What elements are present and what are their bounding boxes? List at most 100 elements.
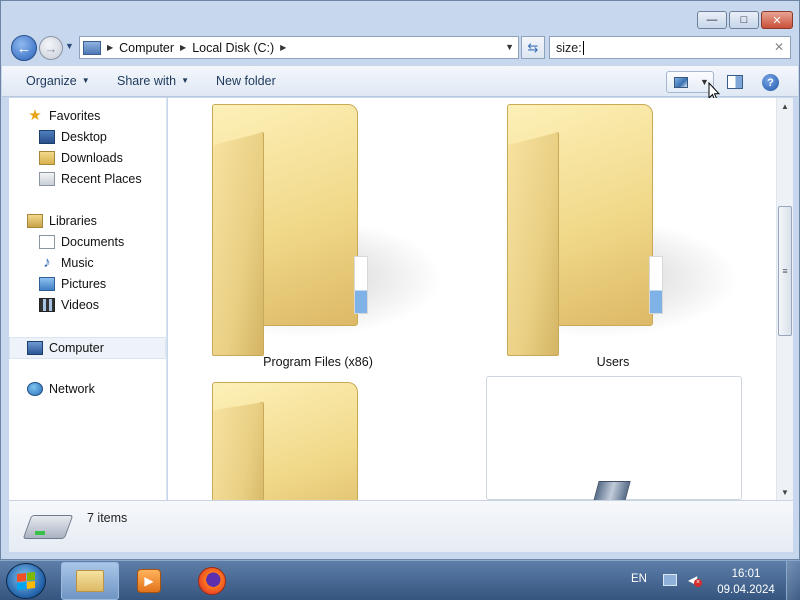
caption-buttons: — □ ✕ — [697, 11, 793, 29]
minimize-button[interactable]: — — [697, 11, 727, 29]
sidebar-item-favorites[interactable]: ★ Favorites — [27, 106, 100, 126]
close-button[interactable]: ✕ — [761, 11, 793, 29]
network-tray-icon[interactable] — [663, 574, 677, 586]
chevron-down-icon: ▼ — [81, 76, 90, 85]
taskbar-app-explorer[interactable] — [61, 562, 119, 600]
clear-search-icon[interactable]: ✕ — [774, 40, 784, 54]
sidebar-label: Desktop — [61, 130, 107, 144]
search-input[interactable]: size: ✕ — [549, 36, 791, 59]
maximize-button[interactable]: □ — [729, 11, 759, 29]
documents-icon — [39, 235, 55, 249]
new-folder-button[interactable]: New folder — [216, 74, 276, 88]
share-with-button[interactable]: Share with ▼ — [117, 74, 189, 88]
drive-icon — [83, 40, 101, 55]
grip-icon: ≡ — [782, 266, 788, 276]
sidebar-label: Computer — [49, 341, 104, 355]
sidebar-label: Documents — [61, 235, 125, 249]
clock-time: 16:01 — [731, 568, 761, 580]
chevron-right-icon[interactable]: ▶ — [107, 43, 113, 52]
sidebar-label: Videos — [61, 298, 99, 312]
breadcrumb-computer[interactable]: Computer — [119, 41, 174, 55]
folder-name: Program Files (x86) — [263, 355, 373, 369]
chevron-right-icon[interactable]: ▶ — [180, 43, 186, 52]
sidebar-item-documents[interactable]: Documents — [39, 232, 124, 252]
clock-date: 09.04.2024 — [717, 584, 775, 596]
scroll-down-button[interactable]: ▼ — [777, 484, 793, 500]
address-dropdown-button[interactable]: ▼ — [505, 42, 514, 52]
language-indicator[interactable]: EN — [631, 573, 647, 585]
taskbar-app-firefox[interactable] — [183, 562, 241, 600]
desktop-icon — [39, 130, 55, 144]
start-button[interactable] — [6, 563, 46, 599]
sidebar-item-downloads[interactable]: Downloads — [39, 148, 123, 168]
recent-places-icon — [39, 172, 55, 186]
scroll-up-button[interactable]: ▲ — [777, 98, 793, 114]
taskbar: ▶ EN ◀ × 16:01 09.04.2024 — [0, 560, 800, 600]
sidebar-item-network[interactable]: Network — [27, 379, 95, 399]
folder-icon — [76, 570, 104, 592]
pictures-icon — [39, 277, 55, 291]
vertical-scrollbar[interactable]: ▲ ≡ ▼ — [776, 98, 793, 500]
sidebar-item-computer[interactable]: Computer — [27, 338, 104, 358]
organize-label: Organize — [26, 74, 77, 88]
explorer-window: — □ ✕ ← → ▼ ▶ Computer ▶ Local Disk (C:)… — [0, 0, 800, 560]
help-button[interactable]: ? — [762, 74, 779, 91]
scrollbar-thumb[interactable]: ≡ — [778, 206, 792, 336]
address-bar[interactable]: ▶ Computer ▶ Local Disk (C:) ▶ ▼ — [79, 36, 519, 59]
preview-pane-button[interactable] — [727, 75, 743, 89]
setup-file-icon — [593, 481, 631, 500]
sidebar-item-pictures[interactable]: Pictures — [39, 274, 106, 294]
sidebar-item-videos[interactable]: Videos — [39, 295, 99, 315]
arrow-left-icon: ← — [16, 39, 32, 57]
forward-button[interactable]: → — [39, 36, 63, 60]
sidebar-item-libraries[interactable]: Libraries — [27, 211, 97, 231]
music-icon: ♪ — [43, 254, 51, 271]
drive-icon — [22, 515, 74, 539]
folder-paper — [354, 256, 368, 314]
back-button[interactable]: ← — [11, 35, 37, 61]
sidebar-label: Music — [61, 256, 94, 270]
network-icon — [27, 382, 43, 396]
recent-pages-dropdown[interactable]: ▼ — [65, 41, 74, 51]
taskbar-app-media-player[interactable]: ▶ — [120, 562, 178, 600]
refresh-icon: ⇆ — [527, 39, 539, 55]
videos-icon — [39, 298, 55, 312]
title-bar[interactable]: — □ ✕ — [1, 1, 800, 33]
sidebar-item-desktop[interactable]: Desktop — [39, 127, 107, 147]
sidebar-label: Libraries — [49, 214, 97, 228]
share-with-label: Share with — [117, 74, 177, 88]
organize-button[interactable]: Organize ▼ — [26, 74, 90, 88]
folder-name: Users — [596, 355, 630, 369]
search-query-text: size: — [556, 40, 582, 55]
firefox-icon — [198, 567, 226, 595]
folder-front — [507, 132, 559, 356]
breadcrumb-local-disk[interactable]: Local Disk (C:) — [192, 41, 274, 55]
star-icon: ★ — [28, 107, 42, 124]
sidebar-item-recent-places[interactable]: Recent Places — [39, 169, 142, 189]
item-count: 7 items — [87, 511, 128, 525]
folder-front — [212, 402, 264, 500]
folder-item[interactable] — [204, 376, 434, 500]
refresh-button[interactable]: ⇆ — [521, 36, 545, 59]
folder-item[interactable]: Users — [499, 98, 739, 373]
chevron-right-icon[interactable]: ▶ — [280, 43, 286, 52]
help-icon: ? — [767, 76, 774, 89]
file-list[interactable]: Program Files (x86) Users — [168, 98, 776, 500]
folder-paper — [649, 256, 663, 314]
computer-icon — [27, 341, 43, 355]
change-view-button[interactable]: ▼ — [666, 71, 714, 93]
sidebar-label: Downloads — [61, 151, 123, 165]
command-bar: Organize ▼ Share with ▼ New folder ▼ ? — [2, 65, 798, 97]
navigation-row: ← → ▼ ▶ Computer ▶ Local Disk (C:) ▶ ▼ ⇆… — [7, 33, 797, 61]
clock[interactable]: 16:01 09.04.2024 — [710, 566, 782, 598]
sidebar-label: Pictures — [61, 277, 107, 291]
sidebar-label: Network — [49, 382, 95, 396]
chevron-up-icon: ▲ — [781, 101, 789, 111]
view-icon — [674, 76, 688, 88]
show-desktop-button[interactable] — [786, 561, 800, 600]
folder-item[interactable]: Program Files (x86) — [204, 98, 444, 373]
sidebar-label: Favorites — [49, 109, 101, 123]
sidebar-item-music[interactable]: ♪ Music — [39, 253, 94, 273]
sidebar-label: Recent Places — [61, 172, 142, 186]
chevron-down-icon: ▼ — [181, 76, 189, 85]
